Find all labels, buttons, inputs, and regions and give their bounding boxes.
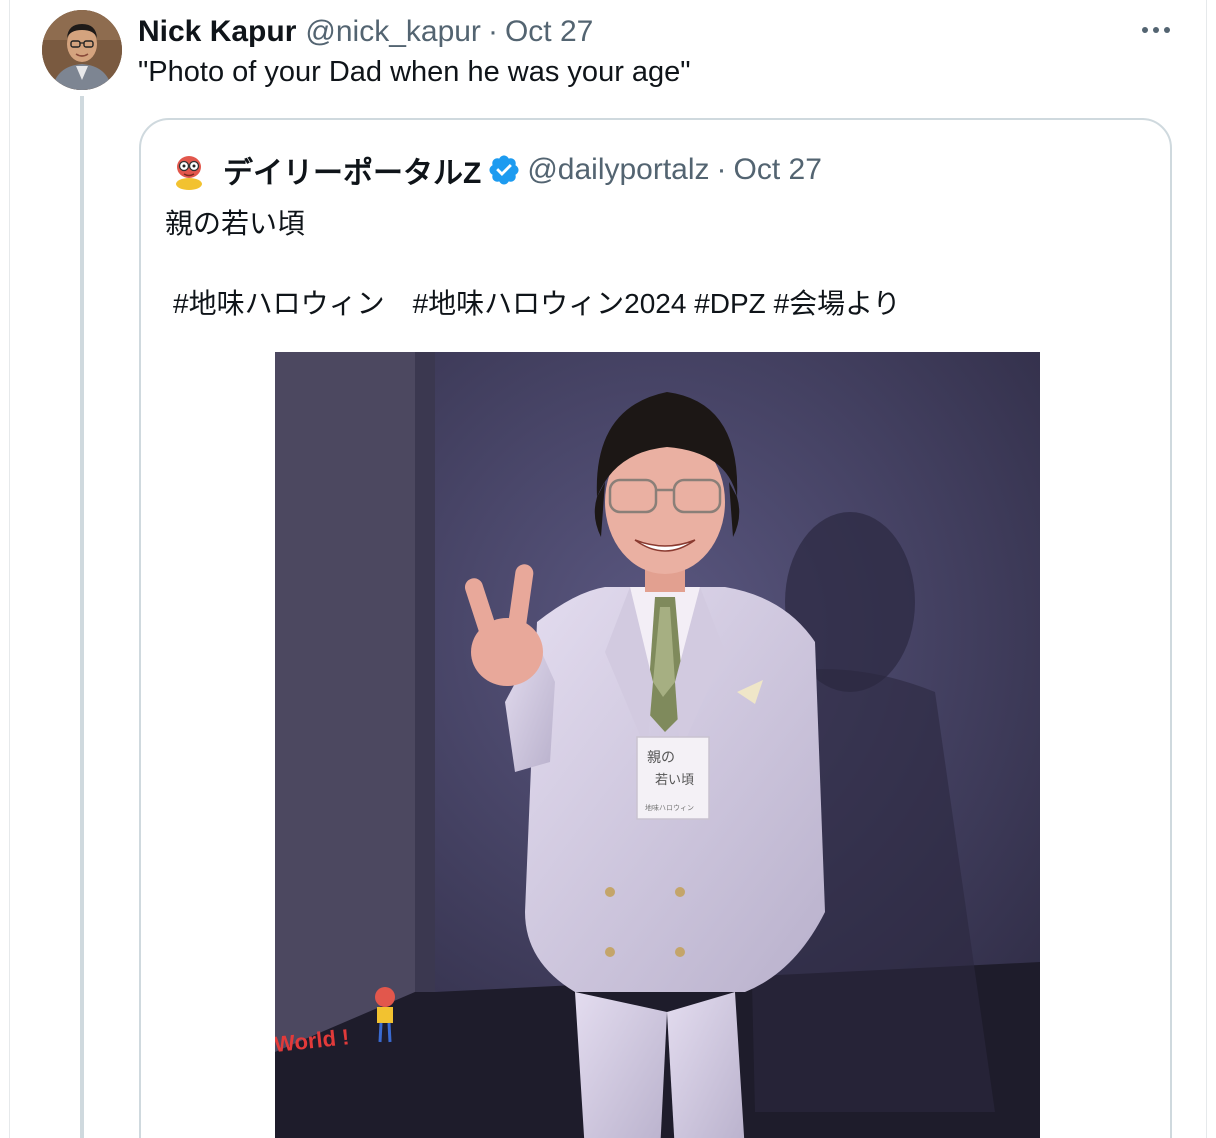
photo-illustration: World ! 親の 若い頃 地味ハロウィン xyxy=(275,352,1040,1138)
quoted-tweet-photo[interactable]: World ! 親の 若い頃 地味ハロウィン xyxy=(275,352,1040,1138)
quoted-tweet-hashtags[interactable]: #地味ハロウィン #地味ハロウィン2024 #DPZ #会場より xyxy=(173,282,901,322)
avatar[interactable] xyxy=(42,10,122,90)
quoted-tweet-date[interactable]: Oct 27 xyxy=(734,153,822,187)
badge-line-2: 若い頃 xyxy=(655,772,694,788)
quoted-tweet-header: デイリーポータルZ @dailyportalz · Oct 27 xyxy=(167,148,822,192)
quoted-author-display-name[interactable]: デイリーポータルZ xyxy=(223,148,481,192)
quoted-tweet-text: 親の若い頃 xyxy=(165,208,306,239)
thread-line xyxy=(80,96,84,1138)
quoted-author-avatar[interactable] xyxy=(167,148,211,192)
tweet-text: "Photo of your Dad when he was your age" xyxy=(138,56,691,88)
more-options-button[interactable] xyxy=(1138,18,1174,42)
timeline-border-right xyxy=(1206,0,1207,1138)
avatar-photo xyxy=(42,10,122,90)
verified-badge-icon xyxy=(489,155,519,185)
author-handle[interactable]: @nick_kapur xyxy=(305,15,481,49)
author-display-name[interactable]: Nick Kapur xyxy=(138,15,296,49)
quoted-tweet-card[interactable]: デイリーポータルZ @dailyportalz · Oct 27 親の若い頃 #… xyxy=(139,118,1172,1138)
tweet-date[interactable]: Oct 27 xyxy=(505,15,593,49)
badge-line-3: 地味ハロウィン xyxy=(645,803,694,812)
name-badge: 親の 若い頃 地味ハロウィン xyxy=(636,736,710,820)
badge-line-1: 親の xyxy=(647,750,675,766)
tweet-page: Nick Kapur @nick_kapur · Oct 27 "Photo o… xyxy=(0,0,1216,1138)
more-horizontal-icon xyxy=(1142,27,1170,33)
timeline-border-left xyxy=(9,0,10,1138)
quoted-author-handle[interactable]: @dailyportalz xyxy=(527,153,709,187)
quoted-separator-dot: · xyxy=(716,153,727,186)
separator-dot: · xyxy=(487,15,498,48)
tweet-header: Nick Kapur @nick_kapur · Oct 27 xyxy=(138,12,593,52)
